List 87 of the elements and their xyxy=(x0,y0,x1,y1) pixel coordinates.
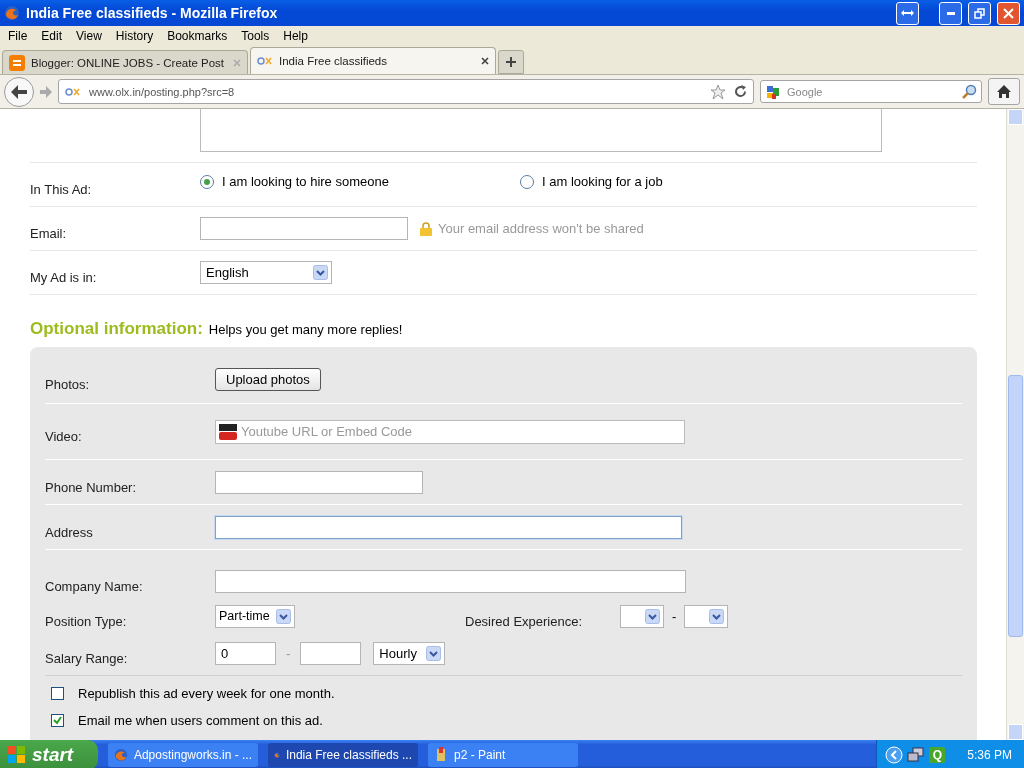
search-field[interactable]: Google xyxy=(760,80,982,103)
fox-globe-icon xyxy=(4,5,20,21)
checkbox[interactable] xyxy=(51,714,64,727)
close-icon[interactable] xyxy=(481,57,489,65)
position-dropdown[interactable]: Part-time xyxy=(215,604,295,628)
salary-min-field[interactable]: 0 xyxy=(215,642,276,665)
browser-tab[interactable]: India Free classifieds xyxy=(250,47,496,74)
menu-item[interactable]: History xyxy=(115,29,154,43)
phone-field[interactable] xyxy=(215,470,423,494)
menu-item[interactable]: Edit xyxy=(41,29,63,43)
olx-icon xyxy=(65,86,81,97)
new-tab-button[interactable] xyxy=(498,50,524,74)
experience-dropdown[interactable] xyxy=(684,604,729,628)
address-bar[interactable]: www.olx.in/posting.php?src=8 xyxy=(58,79,754,104)
blogger-icon xyxy=(9,54,25,71)
start-button[interactable]: start xyxy=(0,740,98,768)
field-label: Phone Number: xyxy=(45,478,138,495)
star-icon[interactable] xyxy=(710,83,726,100)
section-subtitle: Helps you get many more replies! xyxy=(208,322,403,337)
window-title: India Free classifieds - Mozilla Firefox xyxy=(26,5,278,21)
youtube-icon xyxy=(219,422,237,441)
padlock-icon xyxy=(420,221,432,236)
field-label: Company Name: xyxy=(45,577,144,594)
olx-icon xyxy=(257,56,273,66)
browser-tab[interactable]: Blogger: ONLINE JOBS - Create Post xyxy=(2,50,248,74)
checkbox[interactable] xyxy=(51,687,64,700)
network-icon[interactable] xyxy=(907,747,926,763)
resize-button[interactable] xyxy=(896,1,919,25)
checkbox-label: Email me when users comment on this ad. xyxy=(78,713,323,728)
range-separator: - xyxy=(285,646,292,661)
radio-button[interactable] xyxy=(200,174,214,189)
company-field[interactable] xyxy=(215,569,686,593)
field-label: In This Ad: xyxy=(30,181,93,197)
back-button[interactable] xyxy=(4,76,34,107)
field-label: Photos: xyxy=(45,375,91,392)
google-icon xyxy=(765,83,781,100)
menu-item[interactable]: File xyxy=(8,29,28,43)
restore-icon xyxy=(974,7,985,19)
field-label: Address xyxy=(45,523,94,540)
back-arrow-icon xyxy=(11,84,27,99)
field-label: Salary Range: xyxy=(45,650,129,666)
search-icon[interactable] xyxy=(961,83,977,100)
close-button[interactable] xyxy=(997,1,1020,25)
field-label: Email: xyxy=(30,225,68,241)
language-dropdown[interactable]: English xyxy=(200,261,332,284)
forward-icon[interactable] xyxy=(40,85,52,98)
plus-icon xyxy=(506,57,516,67)
experience-dropdown[interactable] xyxy=(620,604,664,628)
field-label: Video: xyxy=(45,428,83,444)
expand-tray-icon[interactable] xyxy=(885,746,904,764)
minimize-icon xyxy=(946,11,955,15)
radio-label: I am looking for a job xyxy=(542,174,663,189)
upload-photos-button[interactable]: Upload photos xyxy=(215,367,321,391)
clock: 5:36 PM xyxy=(967,748,1012,762)
radio-button[interactable] xyxy=(520,174,534,189)
email-hint: Your email address won't be shared xyxy=(438,221,644,236)
taskbar-button[interactable]: India Free classifieds ... xyxy=(268,743,418,767)
restore-button[interactable] xyxy=(968,1,991,25)
radio-label: I am looking to hire someone xyxy=(222,174,389,189)
menu-item[interactable]: View xyxy=(76,29,102,43)
double-arrow-icon xyxy=(901,9,914,17)
field-label: Position Type: xyxy=(45,612,128,629)
scrollbar-thumb[interactable] xyxy=(1008,375,1023,637)
range-separator: - xyxy=(672,608,677,624)
windows-flag-icon xyxy=(8,746,26,764)
field-label: My Ad is in: xyxy=(30,269,98,285)
fox-globe-icon xyxy=(114,747,128,763)
period-dropdown[interactable]: Hourly xyxy=(373,642,446,665)
home-button[interactable] xyxy=(988,78,1020,105)
salary-max-field[interactable] xyxy=(300,642,362,665)
field-label: Desired Experience: xyxy=(465,612,584,629)
reload-icon[interactable] xyxy=(734,85,747,98)
menu-item[interactable]: Tools xyxy=(241,29,270,43)
email-field[interactable] xyxy=(200,217,408,240)
description-field[interactable] xyxy=(200,109,882,152)
address-field[interactable] xyxy=(215,515,682,539)
home-icon xyxy=(997,85,1011,98)
minimize-button[interactable] xyxy=(939,1,962,25)
menu-item[interactable]: Bookmarks xyxy=(167,29,228,43)
paint-icon xyxy=(434,747,448,763)
url-text: www.olx.in/posting.php?src=8 xyxy=(89,85,236,98)
menu-item[interactable]: Help xyxy=(283,29,308,43)
close-icon xyxy=(1003,7,1014,19)
taskbar-button[interactable]: p2 - Paint xyxy=(428,743,578,767)
section-heading: Optional information: xyxy=(30,319,203,339)
checkbox-label: Republish this ad every week for one month. xyxy=(78,686,335,701)
taskbar-button[interactable]: Adpostingworks.in - ... xyxy=(108,743,258,767)
